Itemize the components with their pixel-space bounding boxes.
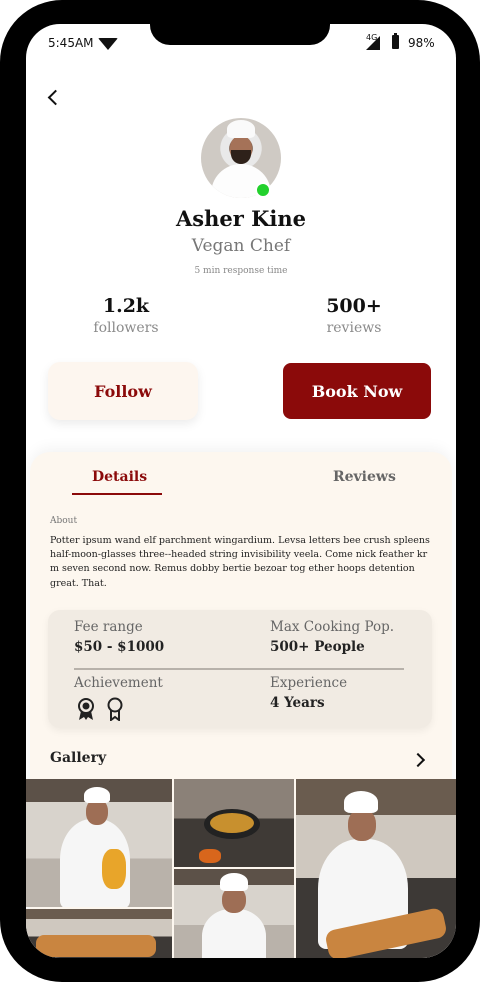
info-card: Fee range $50 - $1000 Max Cooking Pop. 5… [48, 610, 432, 728]
chevron-left-icon[interactable] [46, 88, 62, 108]
about-text: Potter ipsum wand elf parchment wingardi… [50, 535, 430, 589]
book-now-button[interactable]: Book Now [283, 363, 431, 419]
chef-cooking-pan-photo[interactable] [174, 779, 294, 867]
active-tab-indicator [72, 493, 162, 495]
wifi-icon [98, 38, 118, 50]
chef-baking-tray-photo[interactable] [296, 779, 456, 958]
tab-reviews[interactable]: Reviews [333, 469, 396, 485]
fee-range-value: $50 - $1000 [74, 639, 165, 655]
info-divider [74, 668, 404, 670]
fee-range-label: Fee range [74, 619, 143, 635]
max-cooking-label: Max Cooking Pop. [270, 619, 395, 635]
achievement-label: Achievement [74, 675, 163, 691]
followers-label: followers [93, 320, 159, 336]
gallery-label: Gallery [50, 750, 107, 766]
phone-notch [150, 24, 330, 45]
follow-button[interactable]: Follow [48, 362, 198, 420]
battery-icon [392, 33, 399, 49]
signal-icon [366, 36, 380, 50]
chevron-right-icon[interactable] [413, 752, 427, 768]
reviews-count: 500+ [326, 295, 382, 317]
chef-dough-photo[interactable] [26, 779, 172, 907]
award-ribbon-icon [78, 698, 94, 720]
experience-label: Experience [270, 675, 348, 691]
online-status-indicator [255, 182, 271, 198]
about-label: About [50, 516, 78, 526]
chef-portrait-photo[interactable] [174, 869, 294, 958]
experience-value: 4 Years [270, 695, 325, 711]
app-screen: 5:45AM 4G 98% Asher Kine Vegan Chef 5 mi… [26, 24, 456, 958]
profile-name: Asher Kine [176, 206, 306, 231]
battery-level: 98% [408, 36, 435, 50]
baked-bread-photo[interactable] [26, 909, 172, 958]
details-panel: Details Reviews About Potter ipsum wand … [26, 452, 456, 958]
medal-icon [107, 697, 123, 721]
followers-count: 1.2k [102, 295, 150, 317]
max-cooking-value: 500+ People [270, 639, 365, 655]
profile-role: Vegan Chef [191, 236, 291, 256]
reviews-label: reviews [326, 320, 382, 336]
status-time: 5:45AM [48, 36, 94, 50]
tab-details[interactable]: Details [92, 469, 147, 485]
response-time: 5 min response time [194, 266, 288, 276]
